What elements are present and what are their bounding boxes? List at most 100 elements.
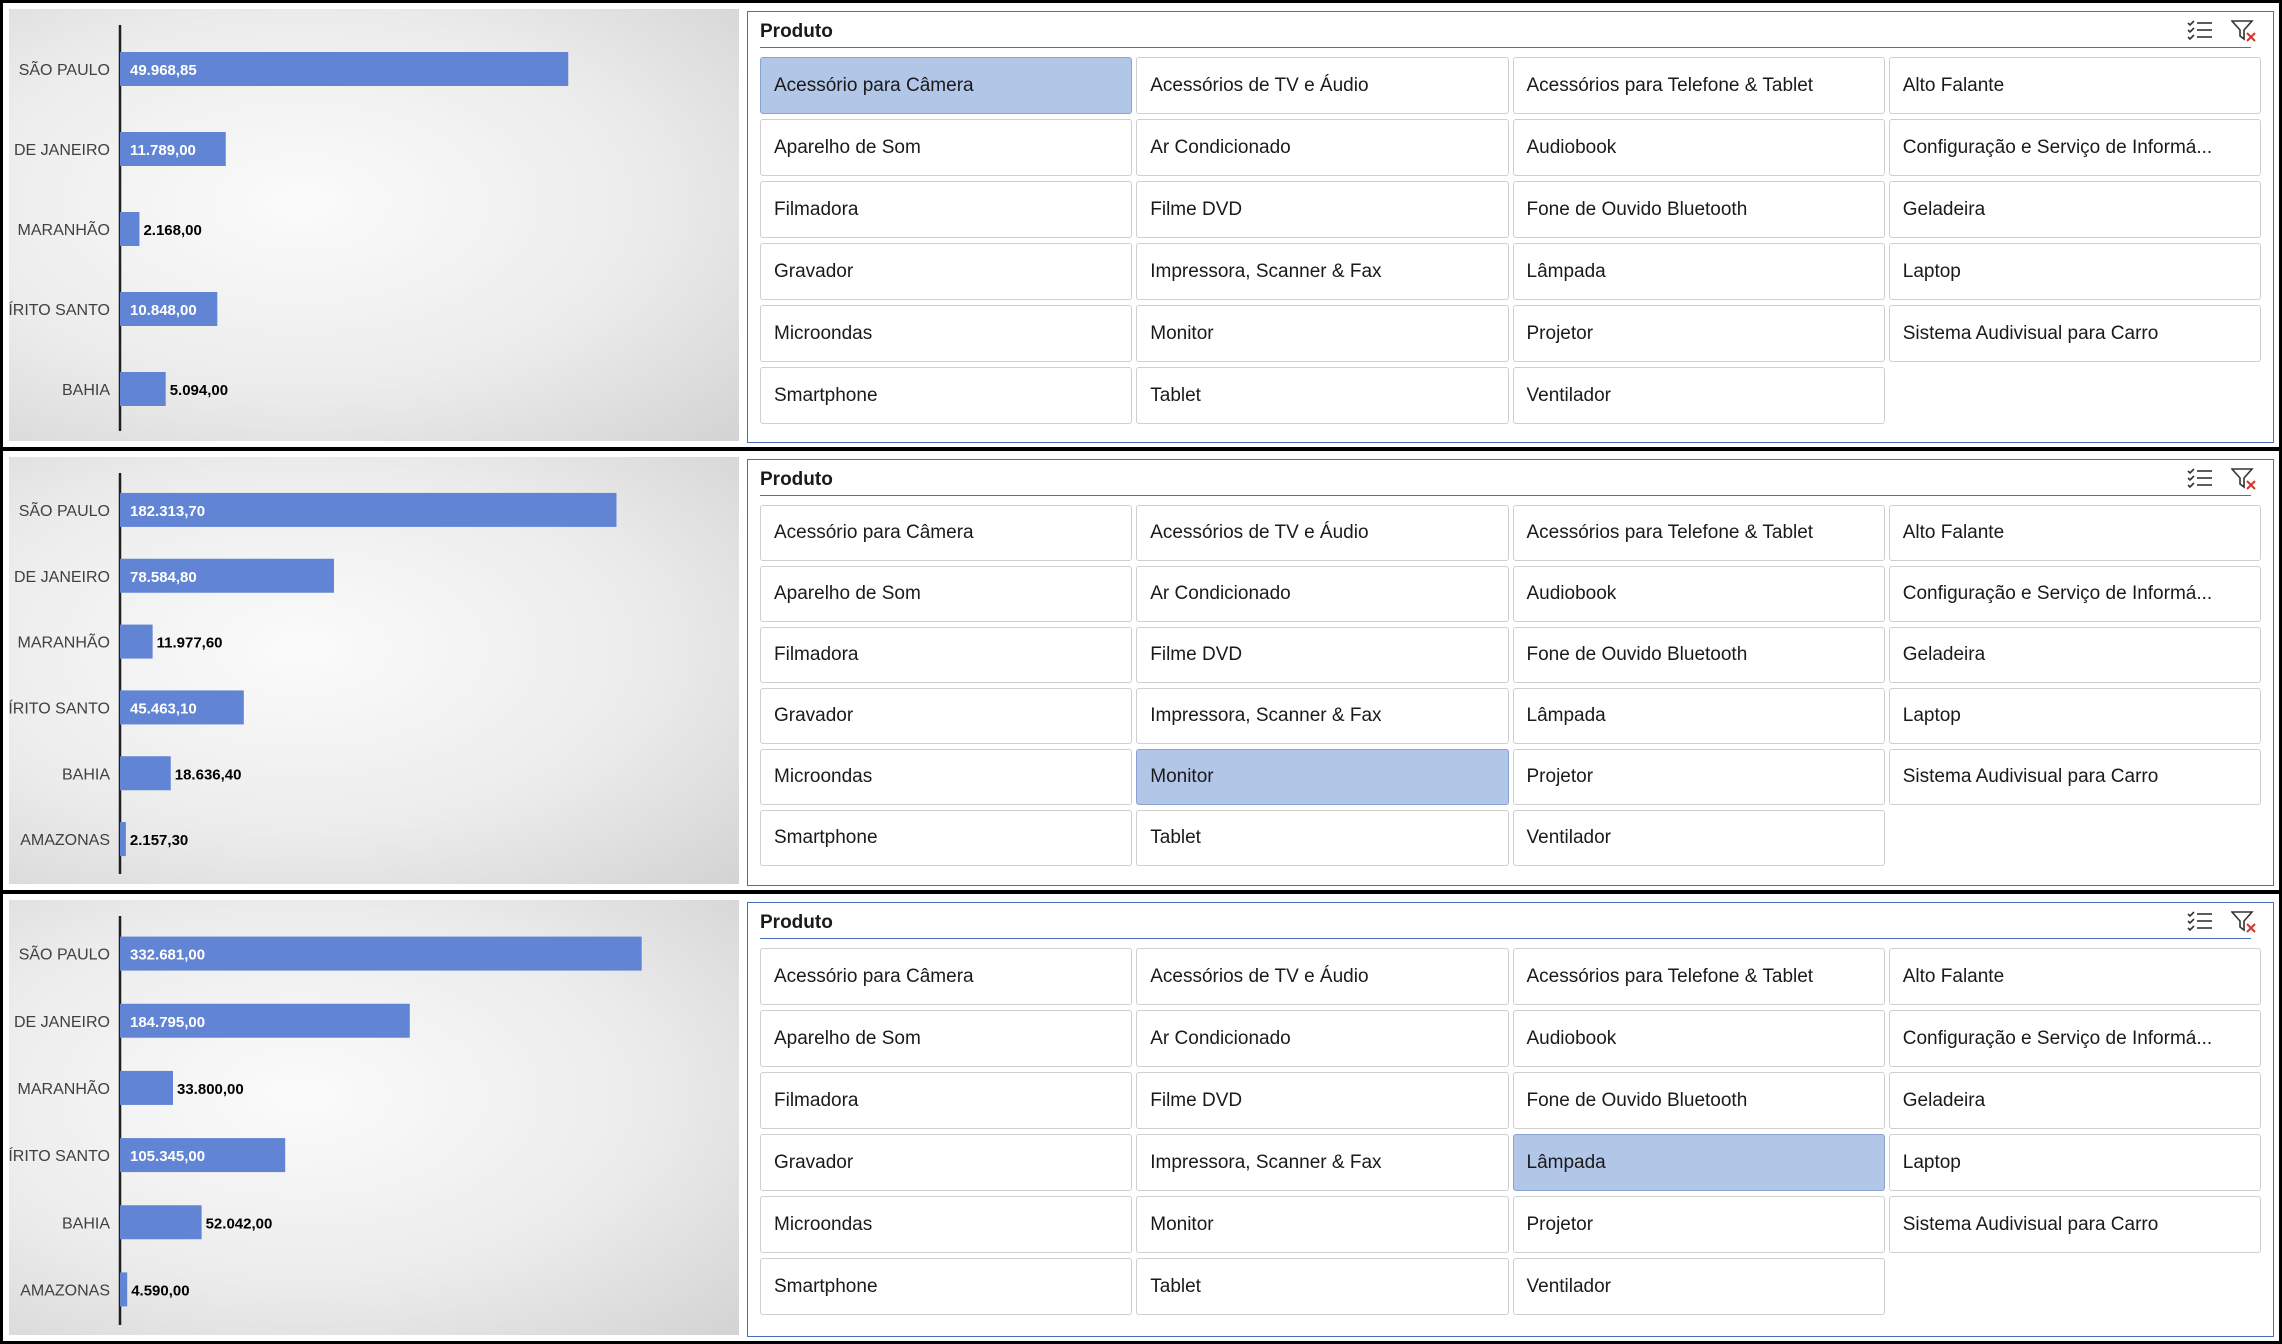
slicer-item-label: Sistema Audivisual para Carro bbox=[1902, 1213, 2159, 1235]
slicer-item[interactable]: Laptop bbox=[1888, 688, 2261, 744]
slicer-item[interactable]: Aparelho de Som bbox=[760, 566, 1133, 622]
slicer-item[interactable]: Configuração e Serviço de Informá... bbox=[1888, 1010, 2261, 1067]
slicer-item[interactable]: Aparelho de Som bbox=[760, 119, 1133, 176]
slicer-item[interactable]: Smartphone bbox=[760, 810, 1133, 866]
slicer-item-label: Filme DVD bbox=[1150, 644, 1243, 665]
clear-filter-icon[interactable] bbox=[2229, 17, 2259, 45]
bar-chart-svg-3: SÃO PAULO 332.681,00 RIO DE JANEIRO 184.795… bbox=[9, 916, 642, 1325]
slicer-item[interactable]: Gravador bbox=[760, 243, 1133, 300]
slicer-item-label: Microondas bbox=[774, 1213, 873, 1235]
slicer-item[interactable]: Projetor bbox=[1512, 1196, 1885, 1253]
slicer-item[interactable]: Acessórios para Telefone & Tablet bbox=[1512, 57, 1885, 114]
slicer-item[interactable]: Ar Condicionado bbox=[1136, 1010, 1509, 1067]
slicer-item[interactable]: Projetor bbox=[1512, 305, 1885, 362]
slicer-item[interactable]: Filmadora bbox=[760, 181, 1133, 238]
slicer-item[interactable]: Gravador bbox=[760, 688, 1133, 744]
slicer-item[interactable]: Smartphone bbox=[760, 367, 1133, 424]
slicer-item[interactable]: Acessórios para Telefone & Tablet bbox=[1512, 505, 1885, 561]
slicer-item[interactable]: Lâmpada bbox=[1512, 243, 1885, 300]
slicer-item-label: Impressora, Scanner & Fax bbox=[1150, 1151, 1382, 1173]
slicer-item[interactable]: Ventilador bbox=[1512, 810, 1885, 866]
slicer-item[interactable]: Tablet bbox=[1136, 1258, 1509, 1315]
slicer-item[interactable]: Geladeira bbox=[1888, 1072, 2261, 1129]
multi-select-icon[interactable] bbox=[2185, 465, 2215, 493]
slicer-item[interactable]: Microondas bbox=[760, 1196, 1133, 1253]
slicer-item[interactable]: Filme DVD bbox=[1136, 181, 1509, 238]
slicer-item[interactable]: Alto Falante bbox=[1888, 948, 2261, 1005]
multi-select-icon[interactable] bbox=[2185, 17, 2215, 45]
slicer-item[interactable]: Monitor bbox=[1136, 305, 1509, 362]
slicer-item[interactable]: Projetor bbox=[1512, 749, 1885, 805]
slicer-item-label: Microondas bbox=[774, 766, 873, 787]
slicer-item[interactable]: Fone de Ouvido Bluetooth bbox=[1512, 627, 1885, 683]
slicer-item[interactable]: Microondas bbox=[760, 749, 1133, 805]
slicer-item-label: Acessórios para Telefone & Tablet bbox=[1526, 965, 1814, 987]
slicer-item[interactable]: Laptop bbox=[1888, 243, 2261, 300]
slicer-item[interactable]: Monitor bbox=[1136, 1196, 1509, 1253]
slicer-item[interactable]: Sistema Audivisual para Carro bbox=[1888, 749, 2261, 805]
slicer-item[interactable]: Lâmpada bbox=[1512, 688, 1885, 744]
slicer-item[interactable]: Filmadora bbox=[760, 627, 1133, 683]
slicer-item[interactable]: Ventilador bbox=[1512, 367, 1885, 424]
clear-filter-icon[interactable] bbox=[2229, 908, 2259, 936]
slicer-item-label: Aparelho de Som bbox=[774, 136, 921, 158]
slicer-item[interactable]: Audiobook bbox=[1512, 1010, 1885, 1067]
slicer-item[interactable]: Acessórios para Telefone & Tablet bbox=[1512, 948, 1885, 1005]
product-slicer-3: Produto Acessório para Câmera Acessórios … bbox=[747, 902, 2274, 1337]
category-label: RIO DE JANEIRO bbox=[9, 142, 110, 159]
slicer-item[interactable]: Microondas bbox=[760, 305, 1133, 362]
slicer-item-label: Acessórios para Telefone & Tablet bbox=[1526, 522, 1814, 543]
chart-bar bbox=[120, 1272, 128, 1307]
slicer-item[interactable]: Filme DVD bbox=[1136, 627, 1509, 683]
slicer-item[interactable]: Configuração e Serviço de Informá... bbox=[1888, 119, 2261, 176]
slicer-item[interactable]: Gravador bbox=[760, 1134, 1133, 1191]
slicer-item[interactable]: Acessório para Câmera bbox=[760, 57, 1133, 114]
slicer-item[interactable]: Acessório para Câmera bbox=[760, 948, 1133, 1005]
slicer-item[interactable]: Geladeira bbox=[1888, 181, 2261, 238]
slicer-item-label: Aparelho de Som bbox=[774, 1027, 921, 1049]
slicer-item[interactable]: Smartphone bbox=[760, 1258, 1133, 1315]
slicer-item[interactable]: Aparelho de Som bbox=[760, 1010, 1133, 1067]
slicer-item[interactable]: Acessórios de TV e Áudio bbox=[1136, 948, 1509, 1005]
slicer-item[interactable]: Laptop bbox=[1888, 1134, 2261, 1191]
slicer-item[interactable]: Monitor bbox=[1136, 749, 1509, 805]
category-label: AMAZONAS bbox=[20, 1282, 110, 1299]
slicer-item[interactable]: Impressora, Scanner & Fax bbox=[1136, 1134, 1509, 1191]
value-label: 18.636,40 bbox=[175, 766, 242, 783]
slicer-item[interactable]: Acessórios de TV e Áudio bbox=[1136, 57, 1509, 114]
clear-filter-icon[interactable] bbox=[2229, 465, 2259, 493]
slicer-item[interactable]: Ar Condicionado bbox=[1136, 566, 1509, 622]
slicer-item[interactable]: Ventilador bbox=[1512, 1258, 1885, 1315]
slicer-item[interactable]: Tablet bbox=[1136, 367, 1509, 424]
slicer-item[interactable]: Acessórios de TV e Áudio bbox=[1136, 505, 1509, 561]
slicer-item[interactable]: Audiobook bbox=[1512, 566, 1885, 622]
slicer-item[interactable]: Impressora, Scanner & Fax bbox=[1136, 243, 1509, 300]
slicer-item-label: Filmadora bbox=[774, 1089, 859, 1111]
slicer-item[interactable]: Lâmpada bbox=[1512, 1134, 1885, 1191]
slicer-item[interactable]: Configuração e Serviço de Informá... bbox=[1888, 566, 2261, 622]
product-slicer-1: Produto Acessório para Câmera Acessórios … bbox=[747, 11, 2274, 443]
slicer-item[interactable]: Impressora, Scanner & Fax bbox=[1136, 688, 1509, 744]
slicer-item[interactable]: Acessório para Câmera bbox=[760, 505, 1133, 561]
slicer-item[interactable]: Tablet bbox=[1136, 810, 1509, 866]
category-label: MARANHÃO bbox=[18, 219, 110, 239]
slicer-item[interactable]: Filmadora bbox=[760, 1072, 1133, 1129]
slicer-item-label: Alto Falante bbox=[1902, 522, 2005, 543]
slicer-item[interactable]: Sistema Audivisual para Carro bbox=[1888, 305, 2261, 362]
value-label: 52.042,00 bbox=[206, 1215, 273, 1232]
value-label: 184.795,00 bbox=[130, 1014, 205, 1031]
slicer-item[interactable]: Fone de Ouvido Bluetooth bbox=[1512, 181, 1885, 238]
multi-select-icon[interactable] bbox=[2185, 908, 2215, 936]
bar-chart-1: SÃO PAULO 49.968,85 RIO DE JANEIRO 11.789,0… bbox=[9, 9, 739, 441]
slicer-item[interactable]: Sistema Audivisual para Carro bbox=[1888, 1196, 2261, 1253]
slicer-item[interactable]: Filme DVD bbox=[1136, 1072, 1509, 1129]
slicer-item[interactable]: Fone de Ouvido Bluetooth bbox=[1512, 1072, 1885, 1129]
slicer-item[interactable]: Ar Condicionado bbox=[1136, 119, 1509, 176]
slicer-item-label: Fone de Ouvido Bluetooth bbox=[1526, 1089, 1748, 1111]
slicer-item[interactable]: Geladeira bbox=[1888, 627, 2261, 683]
slicer-item[interactable]: Alto Falante bbox=[1888, 505, 2261, 561]
slicer-item[interactable]: Alto Falante bbox=[1888, 57, 2261, 114]
slicer-item-label: Laptop bbox=[1902, 705, 1961, 726]
slicer-item[interactable]: Audiobook bbox=[1512, 119, 1885, 176]
category-label: BAHIA bbox=[62, 1215, 110, 1232]
